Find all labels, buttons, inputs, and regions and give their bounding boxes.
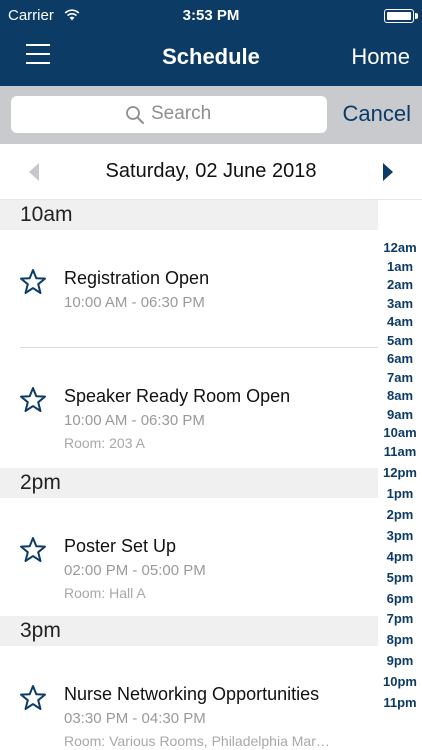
event-room: Room: Hall A xyxy=(64,585,146,601)
index-item[interactable]: 10pm xyxy=(378,674,422,689)
event-row[interactable]: Nurse Networking Opportunities 03:30 PM … xyxy=(0,646,378,750)
index-item[interactable]: 7pm xyxy=(378,611,422,626)
event-time: 02:00 PM - 05:00 PM xyxy=(64,562,206,579)
star-icon[interactable] xyxy=(19,386,47,414)
index-item[interactable]: 1am xyxy=(378,259,422,274)
section-header-2pm: 2pm xyxy=(0,468,378,498)
index-item[interactable]: 10am xyxy=(378,425,422,440)
index-item[interactable]: 3am xyxy=(378,296,422,311)
event-room: Room: Various Rooms, Philadelphia Marrio… xyxy=(64,733,334,749)
index-item[interactable]: 9pm xyxy=(378,653,422,668)
event-room: Room: 203 A xyxy=(64,435,145,451)
index-item[interactable]: 4pm xyxy=(378,549,422,564)
index-item[interactable]: 9am xyxy=(378,407,422,422)
index-item[interactable]: 2pm xyxy=(378,507,422,522)
index-item[interactable]: 5pm xyxy=(378,570,422,585)
index-item[interactable]: 1pm xyxy=(378,486,422,501)
event-title: Nurse Networking Opportunities xyxy=(64,684,320,704)
event-title: Speaker Ready Room Open xyxy=(64,386,291,406)
event-title: Poster Set Up xyxy=(64,536,177,556)
section-header-10am: 10am xyxy=(0,200,378,230)
nav-bar: Schedule Home xyxy=(0,30,422,86)
event-title: Registration Open xyxy=(64,268,210,288)
date-selector: Saturday, 02 June 2018 xyxy=(0,144,422,200)
index-item[interactable]: 6pm xyxy=(378,591,422,606)
search-box[interactable] xyxy=(11,96,327,133)
cancel-button[interactable]: Cancel xyxy=(343,101,411,127)
index-item[interactable]: 11am xyxy=(378,444,422,459)
event-time: 10:00 AM - 06:30 PM xyxy=(64,412,205,429)
index-item[interactable]: 12pm xyxy=(378,465,422,480)
star-icon[interactable] xyxy=(19,536,47,564)
index-item[interactable]: 12am xyxy=(378,240,422,255)
star-icon[interactable] xyxy=(19,268,47,296)
hour-index[interactable]: 12am 1am 2am 3am 4am 5am 6am 7am 8am 9am… xyxy=(378,200,422,750)
event-row[interactable]: Poster Set Up 02:00 PM - 05:00 PM Room: … xyxy=(0,498,378,616)
search-bar: Cancel xyxy=(0,86,422,144)
event-row[interactable]: Speaker Ready Room Open 10:00 AM - 06:30… xyxy=(0,348,378,468)
index-item[interactable]: 4am xyxy=(378,314,422,329)
section-header-3pm: 3pm xyxy=(0,616,378,646)
index-item[interactable]: 8pm xyxy=(378,632,422,647)
status-bar: Carrier 3:53 PM xyxy=(0,0,422,30)
index-item[interactable]: 2am xyxy=(378,277,422,292)
next-day-arrow-icon[interactable] xyxy=(382,162,394,182)
current-date-label: Saturday, 02 June 2018 xyxy=(105,160,317,182)
index-item[interactable]: 6am xyxy=(378,351,422,366)
search-input[interactable] xyxy=(151,102,311,126)
search-icon xyxy=(126,106,144,124)
event-time: 03:30 PM - 04:30 PM xyxy=(64,710,206,727)
battery-icon xyxy=(384,9,418,23)
index-item[interactable]: 11pm xyxy=(378,695,422,710)
event-time: 10:00 AM - 06:30 PM xyxy=(64,294,205,311)
status-time: 3:53 PM xyxy=(182,7,240,24)
event-row[interactable]: Registration Open 10:00 AM - 06:30 PM xyxy=(0,230,378,348)
index-item[interactable]: 7am xyxy=(378,370,422,385)
star-icon[interactable] xyxy=(19,684,47,712)
index-item[interactable]: 3pm xyxy=(378,528,422,543)
home-button[interactable]: Home xyxy=(351,44,410,70)
index-item[interactable]: 5am xyxy=(378,333,422,348)
index-item[interactable]: 8am xyxy=(378,388,422,403)
schedule-list[interactable]: 10am Registration Open 10:00 AM - 06:30 … xyxy=(0,200,378,750)
